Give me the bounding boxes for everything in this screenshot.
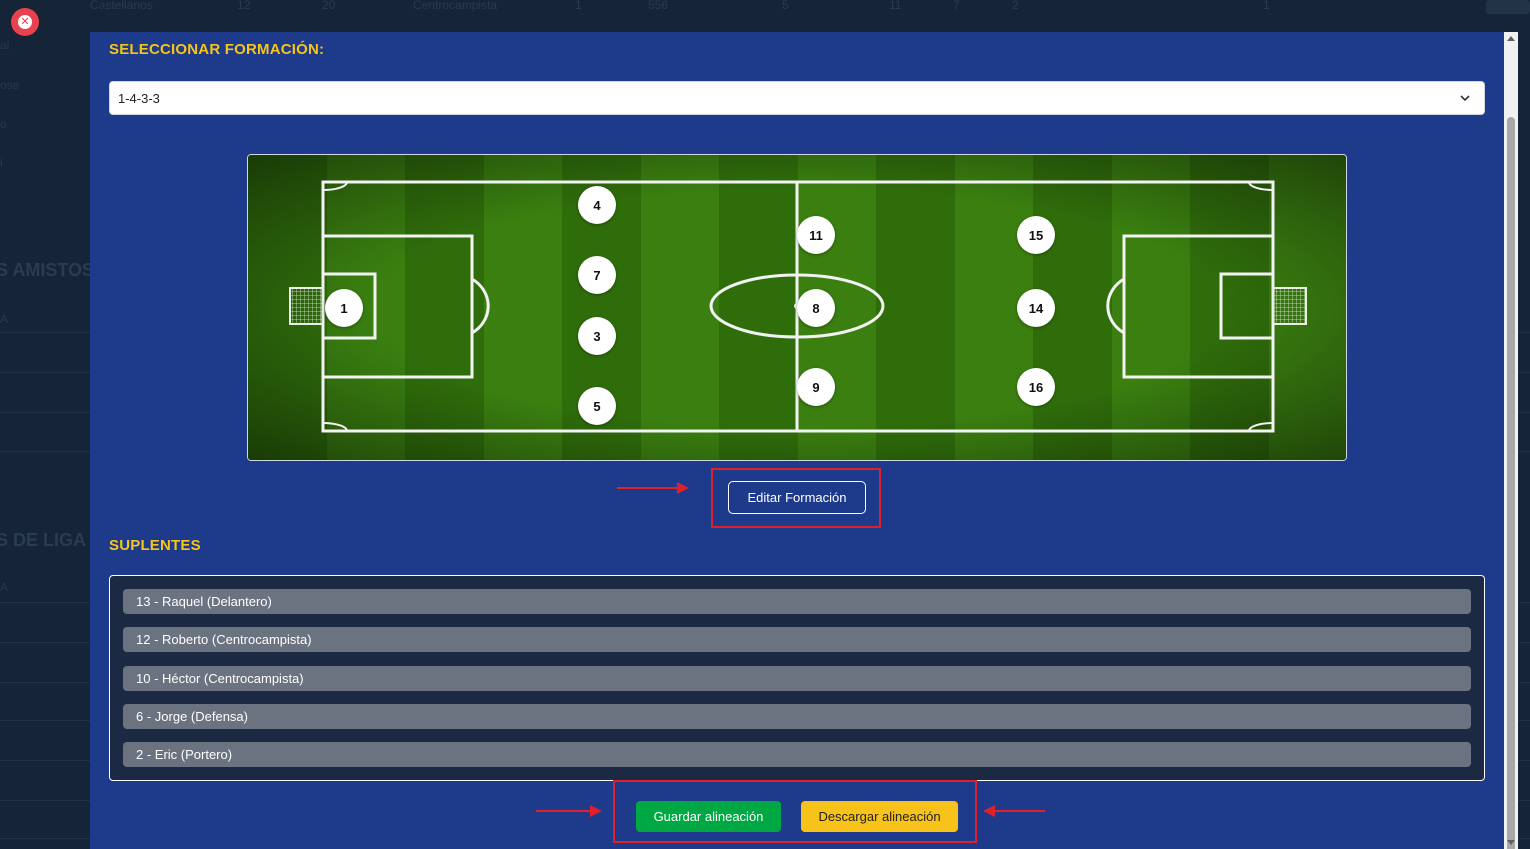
arrow-left-icon — [983, 805, 1045, 817]
player-marker[interactable]: 14 — [1017, 289, 1055, 327]
player-marker[interactable]: 7 — [578, 256, 616, 294]
bg-fragment: al — [0, 38, 10, 52]
download-lineup-button[interactable]: Descargar alineación — [801, 801, 958, 832]
player-marker[interactable]: 4 — [578, 186, 616, 224]
scroll-down-icon[interactable] — [1507, 840, 1515, 845]
formation-title: SELECCIONAR FORMACIÓN: — [109, 41, 325, 58]
substitute-item[interactable]: 10 - Héctor (Centrocampista) — [123, 666, 1471, 691]
player-marker[interactable]: 16 — [1017, 368, 1055, 406]
close-icon: ✕ — [18, 15, 32, 29]
bg-cell: 12 — [237, 0, 251, 12]
formation-select[interactable]: 1-4-3-3 — [109, 81, 1485, 115]
close-modal-button[interactable]: ✕ — [11, 8, 39, 36]
player-marker[interactable]: 8 — [797, 289, 835, 327]
player-marker[interactable]: 11 — [797, 216, 835, 254]
bg-cell: Centrocampista — [413, 0, 498, 12]
bg-cell: 5 — [782, 0, 789, 12]
bg-fragment: ose — [0, 78, 20, 92]
bg-fragment: A — [0, 312, 9, 326]
bg-cell: 7 — [953, 0, 960, 12]
substitutes-title: SUPLENTES — [109, 537, 201, 554]
player-marker[interactable]: 3 — [578, 317, 616, 355]
arrow-right-icon — [617, 482, 689, 494]
scroll-up-icon[interactable] — [1507, 36, 1515, 41]
bg-cell: Castellanos — [90, 0, 153, 12]
bg-cell: 2 — [1012, 0, 1019, 12]
player-marker[interactable]: 15 — [1017, 216, 1055, 254]
player-marker[interactable]: 5 — [578, 387, 616, 425]
soccer-field: 1 4 7 3 5 11 8 9 15 14 16 — [247, 154, 1347, 461]
player-marker[interactable]: 9 — [797, 368, 835, 406]
scroll-thumb[interactable] — [1507, 117, 1515, 849]
bg-heading: S DE LIGA — [0, 530, 87, 550]
bg-cell: 556 — [648, 0, 669, 12]
bg-fragment: i — [0, 155, 3, 169]
player-marker[interactable]: 1 — [325, 289, 363, 327]
lineup-modal: SELECCIONAR FORMACIÓN: 1-4-3-3 1 4 7 3 5… — [90, 32, 1504, 849]
substitute-item[interactable]: 6 - Jorge (Defensa) — [123, 704, 1471, 729]
save-lineup-button[interactable]: Guardar alineación — [636, 801, 781, 832]
background-button — [1486, 0, 1530, 14]
bg-cell: 20 — [322, 0, 336, 12]
background-table-row: Castellanos 12 20 Centrocampista 1 556 5… — [0, 0, 1530, 14]
bg-fragment: o — [0, 117, 7, 131]
bg-fragment: A — [0, 580, 9, 594]
substitutes-list: 13 - Raquel (Delantero) 12 - Roberto (Ce… — [109, 575, 1485, 781]
bg-cell: 1 — [1263, 0, 1270, 12]
chevron-down-icon — [1460, 95, 1470, 102]
bg-cell: 11 — [889, 0, 902, 12]
substitute-item[interactable]: 2 - Eric (Portero) — [123, 742, 1471, 767]
bg-cell: 1 — [575, 0, 582, 12]
modal-scrollbar[interactable] — [1504, 32, 1518, 849]
bg-heading: S AMISTOS — [0, 260, 95, 280]
formation-selected-value: 1-4-3-3 — [118, 90, 160, 106]
arrow-right-icon — [536, 805, 602, 817]
edit-formation-button[interactable]: Editar Formación — [728, 481, 866, 514]
substitute-item[interactable]: 12 - Roberto (Centrocampista) — [123, 627, 1471, 652]
substitute-item[interactable]: 13 - Raquel (Delantero) — [123, 589, 1471, 614]
